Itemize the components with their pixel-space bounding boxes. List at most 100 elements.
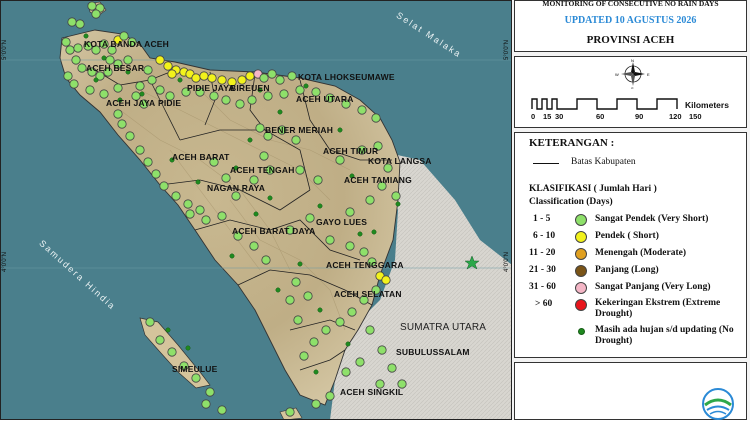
station-marker[interactable] <box>377 345 387 355</box>
station-marker[interactable] <box>295 165 305 175</box>
station-marker[interactable] <box>305 213 315 223</box>
no-drought-marker[interactable] <box>177 77 183 83</box>
station-marker[interactable] <box>313 175 323 185</box>
station-marker[interactable] <box>279 89 289 99</box>
station-marker[interactable] <box>91 9 101 19</box>
station-marker[interactable] <box>167 347 177 357</box>
station-marker[interactable] <box>201 399 211 409</box>
station-marker[interactable] <box>167 69 177 79</box>
station-marker[interactable] <box>255 123 265 133</box>
station-marker[interactable] <box>77 63 87 73</box>
station-marker[interactable] <box>135 145 145 155</box>
station-marker[interactable] <box>85 85 95 95</box>
station-marker[interactable] <box>113 109 123 119</box>
station-marker[interactable] <box>135 81 145 91</box>
station-marker[interactable] <box>67 17 77 27</box>
station-marker[interactable] <box>163 61 173 71</box>
station-marker[interactable] <box>65 45 75 55</box>
map-panel[interactable]: Selat Malaka Samudera Hindia 5°0'0"N 4°0… <box>0 0 512 420</box>
no-drought-marker[interactable] <box>275 287 281 293</box>
station-marker[interactable] <box>155 55 165 65</box>
station-marker[interactable] <box>309 337 319 347</box>
station-marker[interactable] <box>381 275 391 285</box>
station-marker[interactable] <box>63 71 73 81</box>
station-marker[interactable] <box>355 357 365 367</box>
station-marker[interactable] <box>365 325 375 335</box>
station-marker[interactable] <box>249 241 259 251</box>
no-drought-marker[interactable] <box>229 253 235 259</box>
no-drought-marker[interactable] <box>195 179 201 185</box>
station-marker[interactable] <box>183 199 193 209</box>
station-marker[interactable] <box>291 135 301 145</box>
station-marker[interactable] <box>231 191 241 201</box>
station-marker[interactable] <box>261 255 271 265</box>
station-marker[interactable] <box>247 95 257 105</box>
station-marker[interactable] <box>325 391 335 401</box>
station-marker[interactable] <box>151 169 161 179</box>
no-drought-marker[interactable] <box>317 307 323 313</box>
station-marker[interactable] <box>217 405 227 415</box>
no-drought-marker[interactable] <box>267 195 273 201</box>
station-marker[interactable] <box>159 181 169 191</box>
station-marker[interactable] <box>87 1 97 11</box>
station-marker[interactable] <box>293 315 303 325</box>
no-drought-marker[interactable] <box>277 109 283 115</box>
station-marker[interactable] <box>387 363 397 373</box>
station-marker[interactable] <box>341 367 351 377</box>
no-drought-marker[interactable] <box>317 203 323 209</box>
no-drought-marker[interactable] <box>337 127 343 133</box>
station-marker[interactable] <box>221 173 231 183</box>
station-marker[interactable] <box>185 209 195 219</box>
station-marker[interactable] <box>191 73 201 83</box>
station-marker[interactable] <box>325 235 335 245</box>
station-marker[interactable] <box>263 91 273 101</box>
station-marker[interactable] <box>391 191 401 201</box>
station-marker[interactable] <box>205 387 215 397</box>
no-drought-marker[interactable] <box>83 33 89 39</box>
station-marker[interactable] <box>259 73 269 83</box>
no-drought-marker[interactable] <box>395 201 401 207</box>
station-marker[interactable] <box>291 277 301 287</box>
station-marker[interactable] <box>303 291 313 301</box>
station-marker[interactable] <box>195 205 205 215</box>
station-marker[interactable] <box>285 295 295 305</box>
station-marker[interactable] <box>143 157 153 167</box>
station-marker[interactable] <box>113 83 123 93</box>
no-drought-marker[interactable] <box>165 327 171 333</box>
no-drought-marker[interactable] <box>345 341 351 347</box>
station-marker[interactable] <box>357 105 367 115</box>
no-drought-marker[interactable] <box>297 261 303 267</box>
station-marker[interactable] <box>299 351 309 361</box>
station-marker[interactable] <box>69 79 79 89</box>
station-marker[interactable] <box>217 211 227 221</box>
station-marker[interactable] <box>201 215 211 225</box>
no-drought-marker[interactable] <box>357 231 363 237</box>
no-drought-marker[interactable] <box>313 369 319 375</box>
station-marker[interactable] <box>61 37 71 47</box>
station-marker[interactable] <box>143 65 153 75</box>
station-marker[interactable] <box>207 73 217 83</box>
no-drought-marker[interactable] <box>253 211 259 217</box>
station-marker[interactable] <box>287 71 297 81</box>
no-drought-marker[interactable] <box>139 91 145 97</box>
station-marker[interactable] <box>259 151 269 161</box>
station-marker[interactable] <box>125 131 135 141</box>
station-marker[interactable] <box>71 55 81 65</box>
station-marker[interactable] <box>359 247 369 257</box>
station-marker[interactable] <box>365 195 375 205</box>
station-marker[interactable] <box>295 85 305 95</box>
no-drought-marker[interactable] <box>185 345 191 351</box>
no-drought-marker[interactable] <box>303 83 309 89</box>
station-marker[interactable] <box>321 325 331 335</box>
station-marker[interactable] <box>311 399 321 409</box>
no-drought-marker[interactable] <box>101 55 107 61</box>
station-marker[interactable] <box>73 43 83 53</box>
station-marker[interactable] <box>345 207 355 217</box>
station-marker[interactable] <box>345 241 355 251</box>
station-marker[interactable] <box>147 75 157 85</box>
station-marker[interactable] <box>155 85 165 95</box>
station-marker[interactable] <box>335 155 345 165</box>
station-marker[interactable] <box>347 307 357 317</box>
station-marker[interactable] <box>267 69 277 79</box>
station-marker[interactable] <box>199 71 209 81</box>
